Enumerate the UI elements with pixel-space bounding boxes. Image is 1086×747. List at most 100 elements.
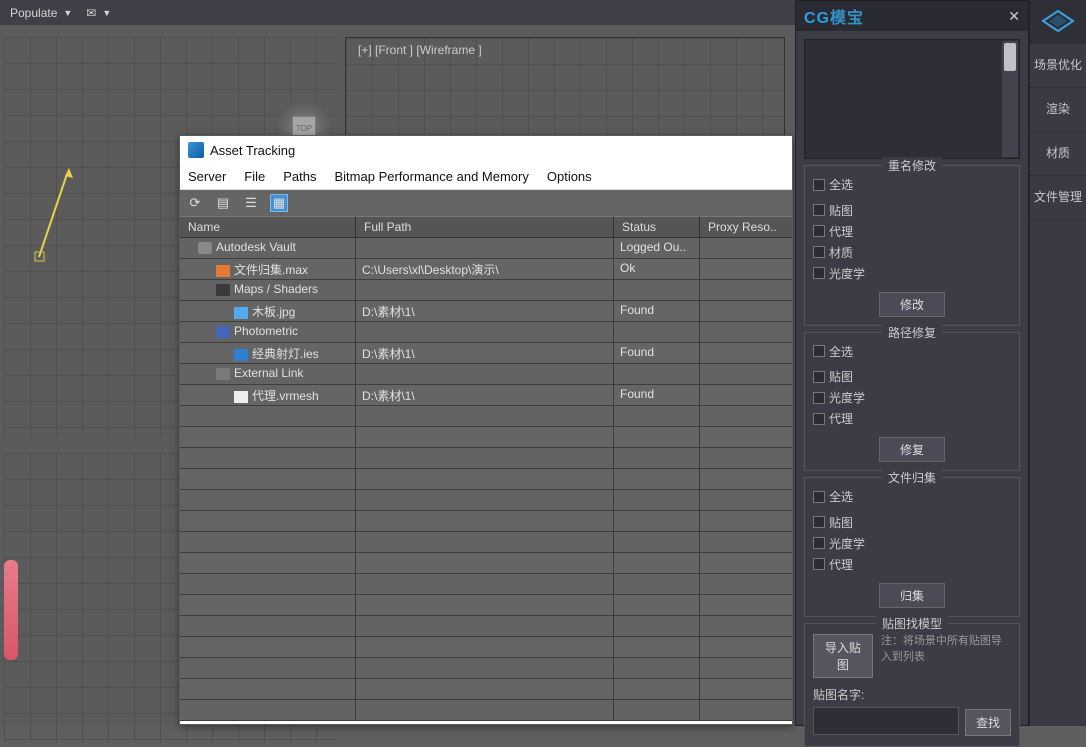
chk-proxy[interactable]: 代理 [813, 223, 908, 240]
import-hint: 注：将场景中所有贴图导入到列表 [881, 632, 1011, 664]
cg-plugin-panel: CG模宝 ✕ 重名修改 全选 贴图 代理 材质 光度学 修改 路径修复 全选 贴… [795, 0, 1029, 726]
table-row[interactable] [180, 427, 792, 448]
table-row[interactable] [180, 637, 792, 658]
table-icon[interactable]: ▦ [270, 194, 288, 212]
section-title: 贴图找模型 [876, 615, 948, 632]
section-title: 重名修改 [882, 157, 942, 174]
tree-icon[interactable]: ☰ [242, 194, 260, 212]
chk-all[interactable]: 全选 [813, 343, 853, 360]
table-row[interactable] [180, 532, 792, 553]
col-header-proxy[interactable]: Proxy Reso.. [700, 216, 792, 237]
menu-paths[interactable]: Paths [283, 169, 316, 184]
table-row[interactable] [180, 469, 792, 490]
preview-box [804, 39, 1020, 159]
asset-toolbar: ⟳ ▤ ☰ ▦ [180, 190, 792, 216]
menu-file[interactable]: File [244, 169, 265, 184]
preview-scrollbar[interactable] [1002, 41, 1018, 157]
section-rename: 重名修改 全选 贴图 代理 材质 光度学 修改 [804, 165, 1020, 326]
chk-all[interactable]: 全选 [813, 488, 853, 505]
chk-texture[interactable]: 贴图 [813, 202, 908, 219]
chk-photometric[interactable]: 光度学 [813, 535, 908, 552]
rail-logo[interactable] [1030, 0, 1086, 44]
scroll-thumb[interactable] [1004, 43, 1016, 71]
import-texture-button[interactable]: 导入贴图 [813, 634, 873, 678]
table-row[interactable] [180, 700, 792, 721]
table-row[interactable]: 文件归集.maxC:\Users\xl\Desktop\演示\Ok [180, 259, 792, 280]
file-icon [216, 368, 230, 380]
refresh-icon[interactable]: ⟳ [186, 194, 204, 212]
table-row[interactable] [180, 490, 792, 511]
texture-name-input[interactable] [813, 707, 959, 735]
list-icon[interactable]: ▤ [214, 194, 232, 212]
chk-all[interactable]: 全选 [813, 176, 853, 193]
section-collect: 文件归集 全选 贴图 光度学 代理 归集 [804, 477, 1020, 617]
file-icon [198, 242, 212, 254]
file-icon [216, 284, 230, 296]
asset-table-body: Autodesk VaultLogged Ou..文件归集.maxC:\User… [180, 238, 792, 721]
col-header-path[interactable]: Full Path [356, 216, 614, 237]
table-row[interactable] [180, 553, 792, 574]
rename-button[interactable]: 修改 [879, 292, 945, 317]
rail-file-manage[interactable]: 文件管理 [1030, 176, 1086, 220]
table-row[interactable]: Photometric [180, 322, 792, 343]
section-title: 文件归集 [882, 469, 942, 486]
right-rail: 场景优化 渲染 材质 文件管理 [1029, 0, 1086, 726]
table-row[interactable] [180, 595, 792, 616]
file-icon [216, 326, 230, 338]
table-row[interactable]: 经典射灯.iesD:\素材\1\Found [180, 343, 792, 364]
file-icon [216, 265, 230, 277]
chk-photometric[interactable]: 光度学 [813, 389, 908, 406]
mail-dropdown[interactable]: ✉▼ [86, 6, 111, 20]
cg-panel-header[interactable]: CG模宝 ✕ [796, 1, 1028, 31]
rail-render[interactable]: 渲染 [1030, 88, 1086, 132]
table-row[interactable] [180, 511, 792, 532]
chk-proxy[interactable]: 代理 [813, 556, 908, 573]
chk-texture[interactable]: 贴图 [813, 368, 908, 385]
collect-button[interactable]: 归集 [879, 583, 945, 608]
menu-bitmap[interactable]: Bitmap Performance and Memory [335, 169, 529, 184]
chevron-down-icon: ▼ [102, 8, 111, 18]
chk-photometric[interactable]: 光度学 [813, 265, 908, 282]
close-icon[interactable]: ✕ [1008, 8, 1020, 25]
menu-options[interactable]: Options [547, 169, 592, 184]
chk-texture[interactable]: 贴图 [813, 514, 908, 531]
find-button[interactable]: 查找 [965, 709, 1011, 736]
table-row[interactable] [180, 574, 792, 595]
col-header-name[interactable]: Name [180, 216, 356, 237]
chk-proxy[interactable]: 代理 [813, 410, 908, 427]
section-title: 路径修复 [882, 324, 942, 341]
table-row[interactable] [180, 658, 792, 679]
col-header-status[interactable]: Status [614, 216, 700, 237]
asset-menu: Server File Paths Bitmap Performance and… [180, 164, 792, 190]
asset-titlebar[interactable]: Asset Tracking [180, 136, 792, 164]
viewport-label[interactable]: [+] [Front ] [Wireframe ] [358, 43, 482, 57]
cg-logo: CG模宝 [804, 4, 864, 28]
asset-tracking-window: Asset Tracking Server File Paths Bitmap … [179, 135, 793, 725]
table-row[interactable] [180, 448, 792, 469]
populate-dropdown[interactable]: Populate▼ [10, 6, 72, 20]
rail-scene-optimize[interactable]: 场景优化 [1030, 44, 1086, 88]
table-row[interactable] [180, 679, 792, 700]
window-title: Asset Tracking [210, 143, 295, 158]
table-row[interactable]: 代理.vrmeshD:\素材\1\Found [180, 385, 792, 406]
table-row[interactable]: Maps / Shaders [180, 280, 792, 301]
asset-table-header: Name Full Path Status Proxy Reso.. [180, 216, 792, 238]
chevron-down-icon: ▼ [63, 8, 72, 18]
file-icon [234, 391, 248, 403]
table-row[interactable] [180, 616, 792, 637]
table-row[interactable]: Autodesk VaultLogged Ou.. [180, 238, 792, 259]
texture-name-label: 贴图名字: [813, 686, 1011, 703]
repath-button[interactable]: 修复 [879, 437, 945, 462]
file-icon [234, 349, 248, 361]
section-repath: 路径修复 全选 贴图 光度学 代理 修复 [804, 332, 1020, 472]
file-icon [234, 307, 248, 319]
scene-object-mesh [4, 560, 18, 660]
scene-object-line [29, 162, 79, 272]
rail-material[interactable]: 材质 [1030, 132, 1086, 176]
table-row[interactable] [180, 406, 792, 427]
menu-server[interactable]: Server [188, 169, 226, 184]
section-find-model: 贴图找模型 导入贴图 注：将场景中所有贴图导入到列表 贴图名字: 查找 [804, 623, 1020, 747]
table-row[interactable]: 木板.jpgD:\素材\1\Found [180, 301, 792, 322]
chk-material[interactable]: 材质 [813, 244, 908, 261]
table-row[interactable]: External Link [180, 364, 792, 385]
